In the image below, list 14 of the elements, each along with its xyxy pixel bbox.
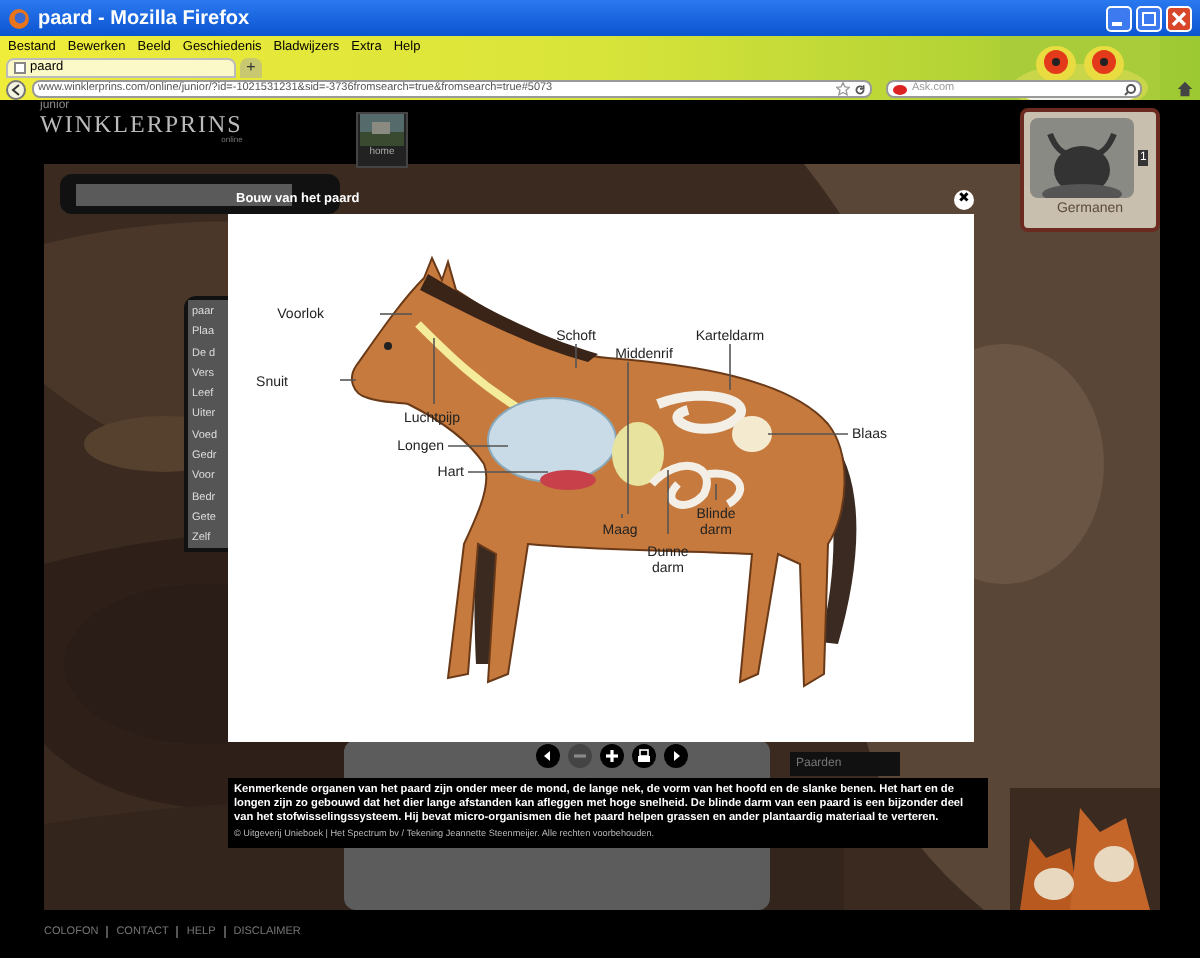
page-icon — [14, 62, 26, 74]
logo[interactable]: WINKLERPRINS — [40, 112, 243, 136]
star-icon[interactable] — [836, 82, 850, 96]
search-icon[interactable] — [1124, 83, 1136, 95]
new-tab-button[interactable]: + — [240, 58, 262, 78]
home-icon[interactable] — [1176, 80, 1194, 98]
search-engine-icon[interactable] — [892, 83, 908, 95]
maximize-icon[interactable] — [1136, 5, 1162, 31]
minimize-icon[interactable] — [1106, 5, 1132, 31]
close-icon[interactable] — [1166, 5, 1192, 31]
reload-icon[interactable] — [854, 83, 866, 95]
window-title: paard - Mozilla Firefox — [38, 5, 250, 33]
back-icon[interactable] — [6, 79, 26, 99]
browser-logo-icon — [8, 7, 30, 29]
